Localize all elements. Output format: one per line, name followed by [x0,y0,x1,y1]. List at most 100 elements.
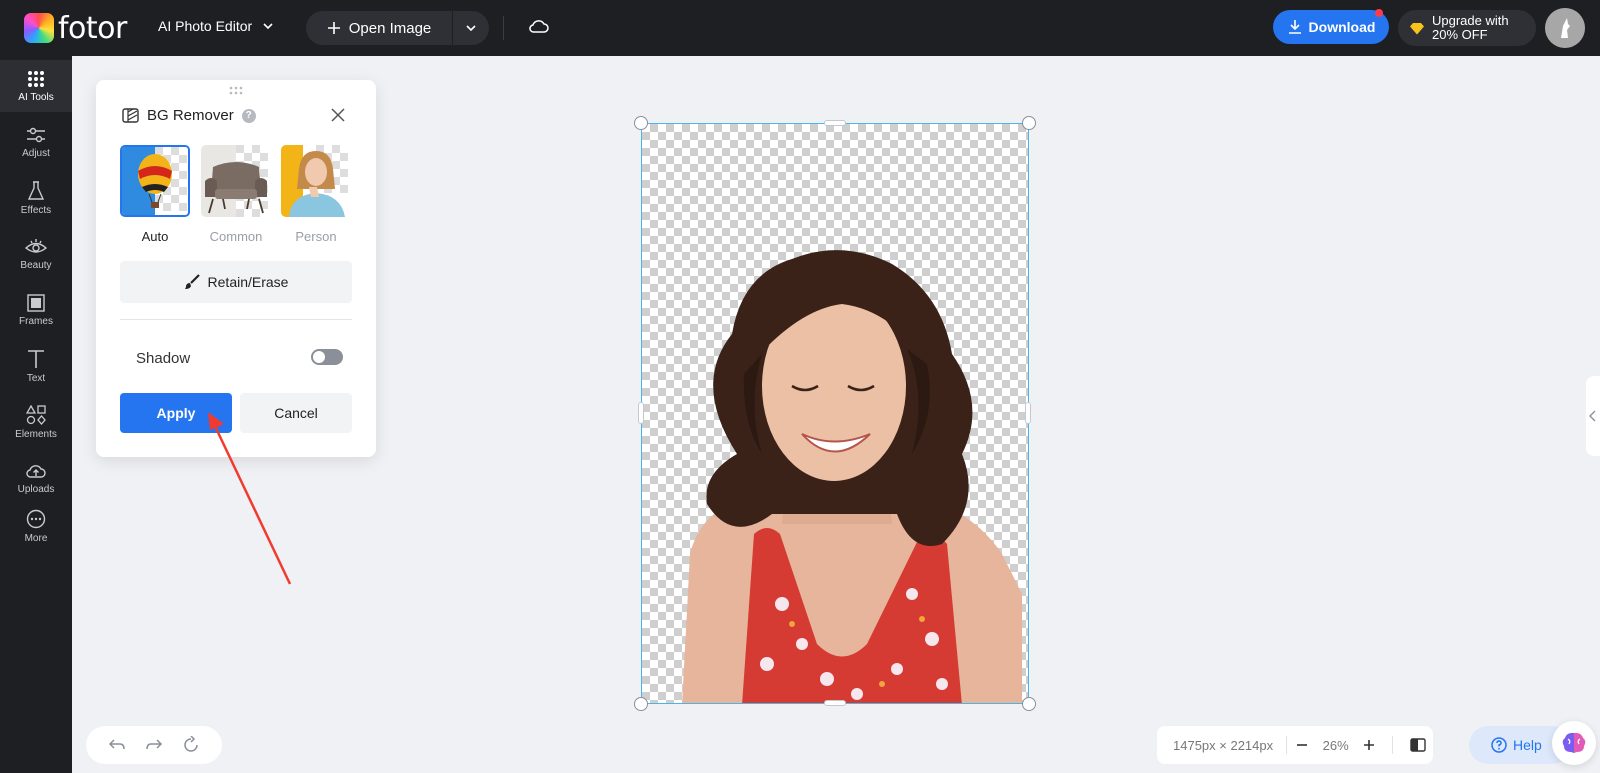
panel-title-text: BG Remover [147,107,234,124]
resize-handle-bottom-right[interactable] [1022,697,1036,711]
mode-label: Person [295,229,337,244]
sidebar-item-more[interactable]: More [0,500,72,552]
open-image-label: Open Image [348,19,432,37]
mode-person-thumbnail [281,145,351,217]
sidebar-item-beauty[interactable]: Beauty [0,228,72,280]
zoom-bar: 1475px × 2214px 26% [1157,726,1433,764]
zoom-divider [1392,736,1394,754]
mode-person[interactable]: Person [281,145,351,244]
sidebar-item-label: Text [26,372,46,384]
panel-divider [120,319,352,320]
download-label: Download [1308,19,1376,35]
resize-handle-top-right[interactable] [1022,116,1036,130]
fotor-logo[interactable]: fotor [24,10,127,46]
shapes-icon [26,404,46,425]
fotor-logo-mark-icon [24,13,54,43]
notification-dot [1375,9,1383,17]
undo-icon[interactable] [108,737,126,753]
resize-handle-top[interactable] [824,120,846,126]
zoom-level[interactable]: 26% [1317,738,1355,753]
mode-auto[interactable]: Auto [120,145,190,244]
eye-icon [25,238,47,253]
redo-icon[interactable] [145,737,163,753]
download-button[interactable]: Download [1273,9,1389,44]
mode-auto-thumbnail [120,145,190,217]
help-question-icon[interactable]: ? [241,108,256,123]
sidebar-item-effects[interactable]: Effects [0,172,72,224]
cloud-upload-icon [26,464,46,478]
resize-handle-top-left[interactable] [634,116,648,130]
woman-portrait-image [682,250,1022,703]
more-dots-icon [26,509,46,528]
annotation-arrow [208,412,292,585]
zoom-in-button[interactable] [1354,739,1384,751]
right-panel-toggle[interactable] [1586,376,1600,456]
shadow-toggle[interactable] [311,349,343,365]
cloud-save-button[interactable] [528,16,550,43]
sidebar-item-label: Beauty [20,259,52,271]
sidebar-item-ai-tools[interactable]: AI Tools [0,60,72,112]
open-image-button[interactable]: Open Image [306,11,452,45]
brush-icon [184,274,200,289]
open-image-group: Open Image [306,11,489,45]
diamond-icon [1410,22,1424,34]
mode-common[interactable]: Common [201,145,271,244]
retain-erase-button[interactable]: Retain/Erase [120,261,352,303]
canvas-image[interactable] [641,123,1029,704]
resize-handle-right[interactable] [1025,402,1031,424]
hot-air-balloon-image [122,147,188,215]
panel-title: BG Remover ? [122,107,256,124]
compare-button[interactable] [1403,738,1433,752]
resize-handle-left[interactable] [638,402,644,424]
sidebar-item-frames[interactable]: Frames [0,284,72,336]
download-icon [1288,20,1301,34]
chevron-down-icon [263,23,273,30]
resize-handle-bottom[interactable] [824,700,846,706]
left-sidebar: AI Tools Adjust Effects Beauty Frames Te… [0,56,72,773]
brand-name: fotor [58,10,127,46]
sidebar-item-label: AI Tools [18,91,54,103]
editor-menu-label: AI Photo Editor [158,18,253,34]
compare-icon [1410,738,1426,752]
toolbar-divider [503,16,504,40]
person-image [281,145,351,217]
plus-icon [1364,740,1375,750]
frame-icon [27,293,45,312]
minus-icon [1296,744,1307,746]
resize-handle-bottom-left[interactable] [634,697,648,711]
history-controls [86,726,222,764]
plus-icon [327,22,340,34]
close-icon[interactable] [331,108,345,122]
grid-dots-icon [28,70,44,87]
brain-icon [1562,732,1586,753]
chevron-left-icon [1589,410,1596,422]
shadow-label: Shadow [136,350,191,367]
ai-assistant-button[interactable] [1552,721,1596,765]
upgrade-line-1: Upgrade with [1432,13,1509,28]
open-image-dropdown-button[interactable] [453,11,489,45]
drag-grip-icon[interactable] [228,86,244,96]
avatar[interactable] [1545,8,1585,48]
reset-icon[interactable] [182,736,200,754]
cloud-icon [529,20,549,33]
chevron-down-icon [466,25,476,32]
sidebar-item-adjust[interactable]: Adjust [0,116,72,168]
upgrade-button[interactable]: Upgrade with 20% OFF [1398,10,1536,46]
retain-erase-label: Retain/Erase [207,274,289,290]
sidebar-item-label: Adjust [22,147,50,159]
sidebar-item-text[interactable]: Text [0,340,72,392]
user-avatar-icon [1545,8,1585,48]
sidebar-item-uploads[interactable]: Uploads [0,452,72,504]
sidebar-item-elements[interactable]: Elements [0,396,72,448]
text-icon [28,349,44,368]
image-dimensions: 1475px × 2214px [1173,737,1274,753]
sidebar-item-label: More [24,532,48,544]
bg-remover-icon [122,108,139,123]
zoom-out-button[interactable] [1287,739,1317,751]
sidebar-item-label: Elements [15,428,57,440]
top-bar: fotor AI Photo Editor Open Image Downloa… [0,0,1600,56]
help-label: Help [1513,737,1542,753]
sidebar-item-label: Frames [19,315,53,327]
editor-menu-dropdown[interactable]: AI Photo Editor [158,18,274,34]
upgrade-text: Upgrade with 20% OFF [1432,14,1509,42]
